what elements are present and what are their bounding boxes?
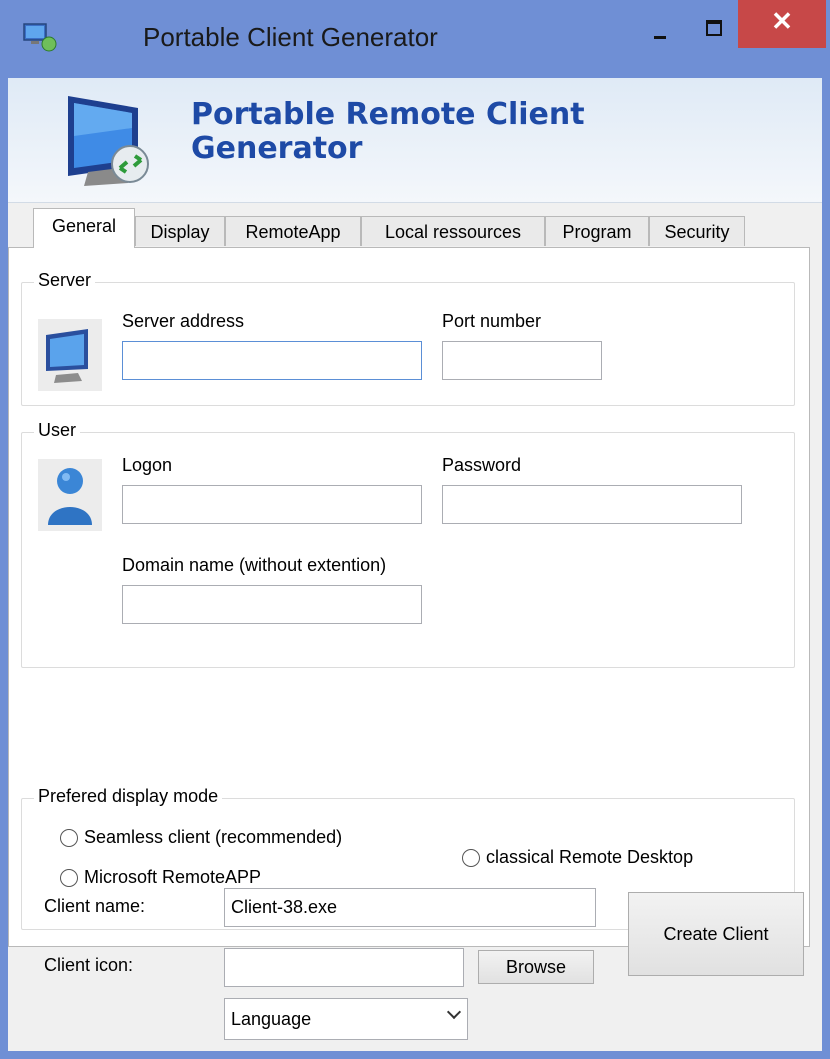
- minimize-button[interactable]: [632, 8, 688, 48]
- logon-input[interactable]: [122, 485, 422, 524]
- window-title: Portable Client Generator: [143, 22, 438, 52]
- user-group-label: User: [34, 420, 81, 441]
- user-icon: [38, 459, 102, 531]
- client-icon-input[interactable]: [224, 948, 464, 987]
- radio-seamless-client[interactable]: Seamless client (recommended): [60, 827, 342, 848]
- server-group: Server Server address Port number: [21, 270, 795, 406]
- port-number-label: Port number: [442, 311, 542, 331]
- browse-button[interactable]: Browse: [478, 950, 594, 984]
- chevron-down-icon: [446, 1004, 462, 1020]
- display-mode-group-label: Prefered display mode: [34, 786, 223, 807]
- tab-program[interactable]: Program: [545, 216, 649, 246]
- logon-label: Logon: [122, 455, 173, 475]
- server-address-input[interactable]: [122, 341, 422, 380]
- general-tab-panel: Server Server address Port number User L…: [8, 247, 810, 947]
- radio-classical-label: classical Remote Desktop: [486, 847, 694, 867]
- create-client-button[interactable]: Create Client: [628, 892, 804, 976]
- maximize-button[interactable]: [688, 8, 738, 48]
- client-area: Portable Remote Client Generator General…: [8, 78, 822, 1051]
- tab-local-ressources[interactable]: Local ressources: [361, 216, 545, 246]
- port-number-input[interactable]: [442, 341, 602, 380]
- radio-circle-icon[interactable]: [60, 868, 78, 887]
- domain-name-input[interactable]: [122, 585, 422, 624]
- language-selected-value: Language: [231, 1009, 312, 1029]
- server-monitor-icon: [38, 319, 102, 391]
- client-icon-label: Client icon:: [44, 955, 134, 975]
- radio-seamless-label: Seamless client (recommended): [84, 827, 343, 847]
- header-banner: Portable Remote Client Generator: [8, 78, 822, 203]
- remote-monitor-icon: [68, 96, 149, 186]
- tab-general[interactable]: General: [33, 208, 135, 248]
- language-dropdown[interactable]: Language: [224, 998, 468, 1040]
- tab-display[interactable]: Display: [135, 216, 225, 246]
- password-label: Password: [442, 455, 522, 475]
- remote-desktop-icon: [23, 23, 57, 52]
- banner-title: Portable Remote Client Generator: [191, 97, 585, 166]
- tab-remoteapp[interactable]: RemoteApp: [225, 216, 361, 246]
- radio-remoteapp-label: Microsoft RemoteAPP: [84, 867, 262, 887]
- close-icon: ✕: [771, 6, 793, 36]
- tab-security[interactable]: Security: [649, 216, 745, 246]
- app-window: Portable Client Generator ✕ Portable Rem…: [0, 0, 830, 1059]
- server-group-label: Server: [34, 270, 96, 291]
- radio-circle-icon[interactable]: [462, 848, 480, 867]
- password-input[interactable]: [442, 485, 742, 524]
- domain-name-label: Domain name (without extention): [122, 555, 387, 575]
- user-group: User Logon Password Domain name (without…: [21, 420, 795, 668]
- title-bar[interactable]: Portable Client Generator ✕: [0, 0, 830, 78]
- client-name-input[interactable]: [224, 888, 596, 927]
- server-address-label: Server address: [122, 311, 245, 331]
- radio-classical-remote-desktop[interactable]: classical Remote Desktop: [462, 847, 693, 868]
- radio-circle-icon[interactable]: [60, 828, 78, 847]
- client-name-label: Client name:: [44, 896, 146, 916]
- radio-microsoft-remoteapp[interactable]: Microsoft RemoteAPP: [60, 867, 261, 888]
- close-button[interactable]: ✕: [738, 0, 826, 48]
